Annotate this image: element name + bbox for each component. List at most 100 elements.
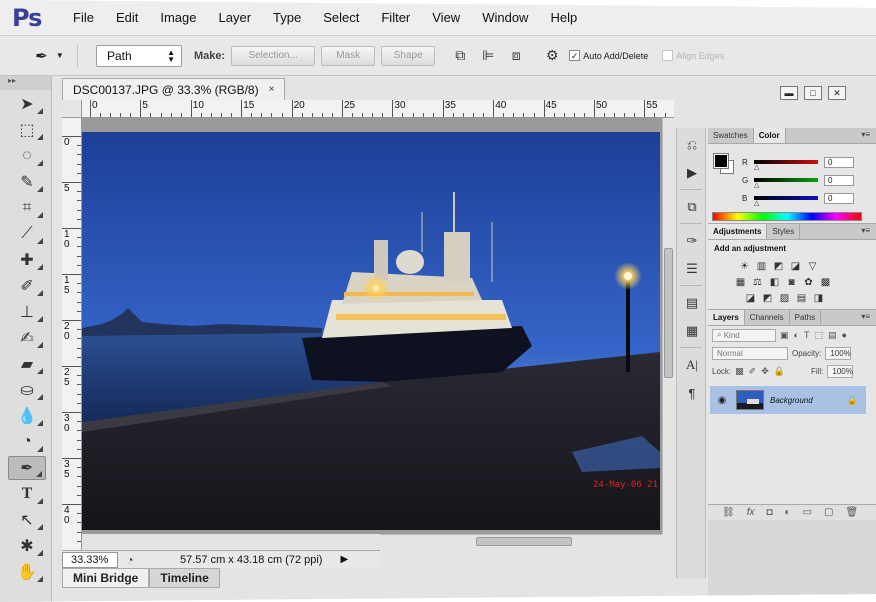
tab-color[interactable]: Color: [753, 128, 786, 143]
brush-tool-icon[interactable]: ✐: [8, 274, 46, 298]
character-icon[interactable]: A|: [681, 354, 703, 376]
path-alignment-icon[interactable]: ⊫: [477, 45, 499, 67]
path-arrangement-icon[interactable]: ⧈: [505, 45, 527, 67]
shape-tool-icon[interactable]: ✱: [8, 534, 46, 558]
menu-window[interactable]: Window: [471, 10, 539, 25]
vertical-scrollbar[interactable]: [662, 118, 674, 534]
layer-style-icon[interactable]: fx: [747, 507, 755, 518]
horizontal-scroll-thumb[interactable]: [476, 537, 572, 546]
red-value[interactable]: 0: [824, 156, 854, 168]
marquee-tool-icon[interactable]: ⬚: [8, 118, 46, 142]
tab-timeline[interactable]: Timeline: [149, 568, 220, 588]
shape-filter-icon[interactable]: ⬚: [814, 330, 823, 341]
make-shape-button[interactable]: Shape: [381, 45, 436, 66]
menu-view[interactable]: View: [421, 10, 471, 25]
brush-presets-icon[interactable]: ☰: [681, 258, 703, 280]
status-menu-arrow[interactable]: ▶: [340, 554, 348, 565]
fill-field[interactable]: 100%: [827, 364, 854, 378]
smart-filter-icon[interactable]: ▤: [828, 330, 837, 341]
lock-position-icon[interactable]: ✥: [761, 366, 769, 377]
lock-pixels-icon[interactable]: ✐: [749, 366, 757, 377]
curves-icon[interactable]: ◩: [772, 260, 785, 273]
collapse-toolbar-icon[interactable]: ▸▸: [0, 76, 51, 90]
menu-file[interactable]: File: [62, 10, 105, 25]
panel-menu-icon[interactable]: ▾≡: [861, 130, 870, 139]
gradient-map-icon[interactable]: ▤: [795, 292, 808, 305]
slider-knob-icon[interactable]: △: [754, 181, 759, 189]
info-icon[interactable]: ◔: [118, 553, 142, 567]
lock-all-icon[interactable]: 🔒: [774, 366, 785, 377]
panel-menu-icon[interactable]: ▾≡: [861, 226, 870, 235]
tab-mini-bridge[interactable]: Mini Bridge: [62, 568, 150, 588]
menu-select[interactable]: Select: [312, 10, 370, 25]
selective-color-icon[interactable]: ◨: [812, 292, 825, 305]
close-button[interactable]: ✕: [828, 86, 846, 100]
pen-tool-icon[interactable]: ✒: [8, 456, 46, 480]
menu-type[interactable]: Type: [262, 10, 312, 25]
clone-source-icon[interactable]: ⧉: [681, 196, 703, 218]
make-selection-button[interactable]: Selection...: [231, 45, 316, 66]
path-operations-icon[interactable]: ⧉: [449, 45, 471, 67]
path-selection-tool-icon[interactable]: ↖: [8, 508, 46, 532]
menu-layer[interactable]: Layer: [208, 10, 263, 25]
black-white-icon[interactable]: ◧: [768, 276, 781, 289]
link-layers-icon[interactable]: ⛓: [722, 507, 735, 518]
color-balance-icon[interactable]: ⚖: [751, 276, 764, 289]
adjustment-filter-icon[interactable]: ◐: [794, 330, 799, 341]
brush-icon[interactable]: ✑: [681, 230, 703, 252]
new-layer-icon[interactable]: ▢: [824, 507, 833, 518]
tab-paths[interactable]: Paths: [790, 310, 822, 325]
layer-kind-filter[interactable]: ⌕ Kind: [712, 328, 776, 342]
trash-icon[interactable]: 🗑: [845, 507, 858, 518]
menu-filter[interactable]: Filter: [370, 10, 421, 25]
align-edges-checkbox[interactable]: Align Edges: [662, 50, 724, 61]
maximize-button[interactable]: □: [804, 86, 822, 100]
eraser-tool-icon[interactable]: ▰: [8, 352, 46, 376]
horizontal-scrollbar[interactable]: [380, 534, 662, 548]
crop-tool-icon[interactable]: ⌗: [8, 196, 46, 220]
layer-row-background[interactable]: ◉ Background 🔒: [710, 386, 866, 414]
panel-menu-icon[interactable]: ▾≡: [861, 312, 870, 321]
slider-knob-icon[interactable]: △: [754, 163, 759, 171]
posterize-icon[interactable]: ◩: [761, 292, 774, 305]
ruler-origin[interactable]: [62, 100, 82, 118]
invert-icon[interactable]: ◪: [744, 292, 757, 305]
foreground-color-swatch[interactable]: [713, 153, 729, 169]
notes-icon[interactable]: ▦: [681, 320, 703, 342]
new-group-icon[interactable]: ▭: [803, 507, 812, 518]
quick-selection-tool-icon[interactable]: ✎: [8, 170, 46, 194]
close-icon[interactable]: ×: [269, 84, 275, 95]
menu-edit[interactable]: Edit: [105, 10, 149, 25]
type-filter-icon[interactable]: T: [804, 330, 810, 341]
blend-mode-select[interactable]: Normal: [712, 346, 788, 360]
paragraph-icon[interactable]: ¶: [681, 382, 703, 404]
tab-adjustments[interactable]: Adjustments: [708, 224, 768, 239]
blue-slider[interactable]: [754, 196, 818, 200]
hue-saturation-icon[interactable]: ▦: [734, 276, 747, 289]
properties-icon[interactable]: ▤: [681, 292, 703, 314]
tab-styles[interactable]: Styles: [767, 224, 801, 239]
auto-add-delete-checkbox[interactable]: ✓ Auto Add/Delete: [569, 50, 648, 61]
healing-brush-tool-icon[interactable]: ✚: [8, 248, 46, 272]
hand-tool-icon[interactable]: ✋: [8, 560, 46, 584]
move-tool-icon[interactable]: ➤: [8, 92, 46, 116]
lasso-tool-icon[interactable]: ◌: [8, 144, 46, 168]
color-spectrum-bar[interactable]: [712, 212, 862, 221]
type-tool-icon[interactable]: T: [8, 482, 46, 506]
gear-icon[interactable]: ⚙: [541, 45, 563, 67]
minimize-button[interactable]: ▬: [780, 86, 798, 100]
new-adjustment-icon[interactable]: ◐: [785, 507, 791, 518]
tab-swatches[interactable]: Swatches: [708, 128, 754, 143]
actions-icon[interactable]: ▶: [681, 162, 703, 184]
photo-filter-icon[interactable]: ◙: [785, 276, 798, 289]
clone-stamp-tool-icon[interactable]: ⊥: [8, 300, 46, 324]
red-slider[interactable]: [754, 160, 818, 164]
paint-bucket-tool-icon[interactable]: ⛀: [8, 378, 46, 402]
lock-transparent-icon[interactable]: ▩: [735, 366, 744, 377]
toggle-filter-icon[interactable]: ●: [841, 330, 846, 341]
tool-preset-picker[interactable]: ✒ ▼: [22, 43, 78, 68]
history-brush-tool-icon[interactable]: ✍: [8, 326, 46, 350]
eyedropper-tool-icon[interactable]: ⟋: [8, 222, 46, 246]
green-slider[interactable]: [754, 178, 818, 182]
slider-knob-icon[interactable]: △: [754, 199, 759, 207]
